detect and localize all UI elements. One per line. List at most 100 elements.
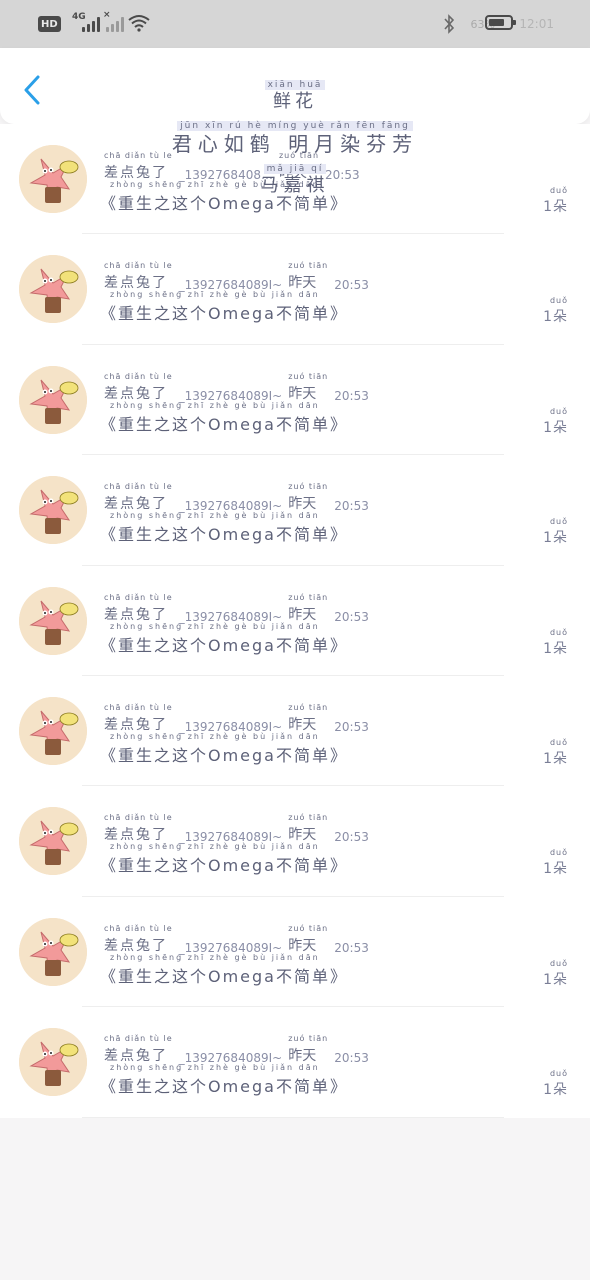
list-item[interactable]: chā diǎn tù le 差点兔了 _1392768408… zuó tiā… <box>0 124 590 235</box>
count-pinyin: duǒ <box>549 848 568 858</box>
battery-icon <box>485 15 516 30</box>
flower-count: duǒ 1朵 <box>543 517 568 547</box>
book-title[interactable]: zhòng shēng zhī zhè gè bù jiǎn dān 《重生之这… <box>100 180 348 214</box>
time-day: 昨天 <box>288 606 317 623</box>
book-title[interactable]: zhòng shēng zhī zhè gè bù jiǎn dān 《重生之这… <box>100 732 348 766</box>
time-day: 昨天 <box>288 937 317 954</box>
book-title-pinyin: zhòng shēng zhī zhè gè bù jiǎn dān <box>110 731 320 741</box>
time-day-pinyin: zuó tiān <box>288 702 329 712</box>
row-meta: chā diǎn tù le 差点兔了 _13927684089I~ zuó t… <box>104 808 369 844</box>
sender-name: 差点兔了 <box>104 165 168 181</box>
book-title-text: 《重生之这个Omega不简单》 <box>100 304 348 324</box>
row-divider <box>82 1116 504 1118</box>
no-signal-x-icon: × <box>103 10 111 20</box>
count-value: 1朵 <box>543 971 568 988</box>
avatar[interactable] <box>19 917 87 986</box>
sender-name: 差点兔了 <box>104 1048 168 1065</box>
count-pinyin: duǒ <box>549 406 568 416</box>
book-title[interactable]: zhòng shēng zhī zhè gè bù jiǎn dān 《重生之这… <box>100 953 348 987</box>
flower-count: duǒ 1朵 <box>543 628 568 658</box>
book-title[interactable]: zhòng shēng zhī zhè gè bù jiǎn dān 《重生之这… <box>100 1063 348 1097</box>
avatar[interactable] <box>19 1028 87 1097</box>
time-day-pinyin: zuó tiān <box>288 371 329 381</box>
flower-count: duǒ 1朵 <box>543 848 568 878</box>
time-day: 昨天 <box>288 275 317 292</box>
signal-icon <box>82 16 100 32</box>
back-button[interactable] <box>18 70 46 110</box>
avatar[interactable] <box>19 807 87 876</box>
sender-name: 差点兔了 <box>104 937 168 954</box>
list-item[interactable]: chā diǎn tù le 差点兔了 _13927684089I~ zuó t… <box>0 676 590 787</box>
book-title[interactable]: zhòng shēng zhī zhè gè bù jiǎn dān 《重生之这… <box>100 511 348 545</box>
patrick-star-avatar-icon <box>19 145 87 213</box>
avatar[interactable] <box>19 696 87 765</box>
book-title-text: 《重生之这个Omega不简单》 <box>100 635 348 655</box>
book-title-pinyin: zhòng shēng zhī zhè gè bù jiǎn dān <box>110 290 320 300</box>
count-pinyin: duǒ <box>549 737 568 747</box>
list-item[interactable]: chā diǎn tù le 差点兔了 _13927684089I~ zuó t… <box>0 234 590 345</box>
book-title-pinyin: zhòng shēng zhī zhè gè bù jiǎn dān <box>110 400 320 410</box>
flower-count: duǒ 1朵 <box>543 738 568 768</box>
sender-pinyin: chā diǎn tù le <box>104 923 173 933</box>
sender-pinyin: chā diǎn tù le <box>104 1034 173 1044</box>
count-pinyin: duǒ <box>549 296 568 306</box>
time-day-pinyin: zuó tiān <box>278 151 320 160</box>
row-meta: chā diǎn tù le 差点兔了 _13927684089I~ zuó t… <box>104 698 369 734</box>
list-item[interactable]: chā diǎn tù le 差点兔了 _13927684089I~ zuó t… <box>0 455 590 566</box>
sender-name: 差点兔了 <box>104 716 168 733</box>
sender-pinyin: chā diǎn tù le <box>104 482 173 492</box>
book-title[interactable]: zhòng shēng zhī zhè gè bù jiǎn dān 《重生之这… <box>100 401 348 435</box>
book-title-text: 《重生之这个Omega不简单》 <box>100 1077 348 1097</box>
hd-icon: HD <box>38 16 61 32</box>
time-day: 昨天 <box>288 716 317 733</box>
sender-name: 差点兔了 <box>104 275 168 292</box>
wifi-icon <box>128 15 150 32</box>
avatar[interactable] <box>19 476 87 545</box>
book-title-text: 《重生之这个Omega不简单》 <box>100 414 348 434</box>
flower-count: duǒ 1朵 <box>543 186 568 216</box>
sender-pinyin: chā diǎn tù le <box>104 592 173 602</box>
count-value: 1朵 <box>543 750 568 767</box>
avatar[interactable] <box>19 365 87 434</box>
count-value: 1朵 <box>543 309 568 326</box>
count-pinyin: duǒ <box>549 1069 568 1079</box>
count-pinyin: duǒ <box>549 186 568 195</box>
list-item[interactable]: chā diǎn tù le 差点兔了 _13927684089I~ zuó t… <box>0 786 590 897</box>
book-title-pinyin: zhòng shēng zhī zhè gè bù jiǎn dān <box>110 1063 320 1073</box>
book-title-text: 《重生之这个Omega不简单》 <box>100 194 348 213</box>
time-day-pinyin: zuó tiān <box>288 813 329 823</box>
avatar[interactable] <box>19 255 87 324</box>
time-day-pinyin: zuó tiān <box>288 482 329 492</box>
list-item[interactable]: chā diǎn tù le 差点兔了 _13927684089I~ zuó t… <box>0 1007 590 1118</box>
count-value: 1朵 <box>543 640 568 657</box>
clock: 12:01 <box>519 17 554 31</box>
list-item[interactable]: chā diǎn tù le 差点兔了 _13927684089I~ zuó t… <box>0 897 590 1008</box>
patrick-star-avatar-icon <box>19 255 87 324</box>
book-title-pinyin: zhòng shēng zhī zhè gè bù jiǎn dān <box>110 621 320 631</box>
patrick-star-avatar-icon <box>19 807 87 876</box>
book-title-text: 《重生之这个Omega不简单》 <box>100 966 348 986</box>
count-pinyin: duǒ <box>549 958 568 968</box>
count-value: 1朵 <box>543 199 568 215</box>
avatar[interactable] <box>19 586 87 655</box>
list-item[interactable]: chā diǎn tù le 差点兔了 _13927684089I~ zuó t… <box>0 566 590 676</box>
flower-count: duǒ 1朵 <box>543 959 568 989</box>
avatar[interactable] <box>19 145 87 213</box>
book-title[interactable]: zhòng shēng zhī zhè gè bù jiǎn dān 《重生之这… <box>100 842 348 876</box>
book-title-text: 《重生之这个Omega不简单》 <box>100 525 348 545</box>
book-title[interactable]: zhòng shēng zhī zhè gè bù jiǎn dān 《重生之这… <box>100 290 348 324</box>
row-meta: chā diǎn tù le 差点兔了 _13927684089I~ zuó t… <box>104 367 369 403</box>
chevron-left-icon <box>24 75 40 105</box>
list-item[interactable]: chā diǎn tù le 差点兔了 _13927684089I~ zuó t… <box>0 345 590 456</box>
sender-name: 差点兔了 <box>104 827 168 844</box>
time-day-pinyin: zuó tiān <box>288 1034 329 1044</box>
book-title[interactable]: zhòng shēng zhī zhè gè bù jiǎn dān 《重生之这… <box>100 622 348 656</box>
count-value: 1朵 <box>543 1082 568 1099</box>
time-day: 昨天 <box>278 165 307 181</box>
sender-name: 差点兔了 <box>104 496 168 513</box>
row-meta: chā diǎn tù le 差点兔了 _13927684089I~ zuó t… <box>104 1029 369 1065</box>
patrick-star-avatar-icon <box>19 365 87 434</box>
book-title-text: 《重生之这个Omega不简单》 <box>100 745 348 765</box>
book-title-pinyin: zhòng shēng zhī zhè gè bù jiǎn dān <box>110 842 320 852</box>
flower-count: duǒ 1朵 <box>543 296 568 326</box>
